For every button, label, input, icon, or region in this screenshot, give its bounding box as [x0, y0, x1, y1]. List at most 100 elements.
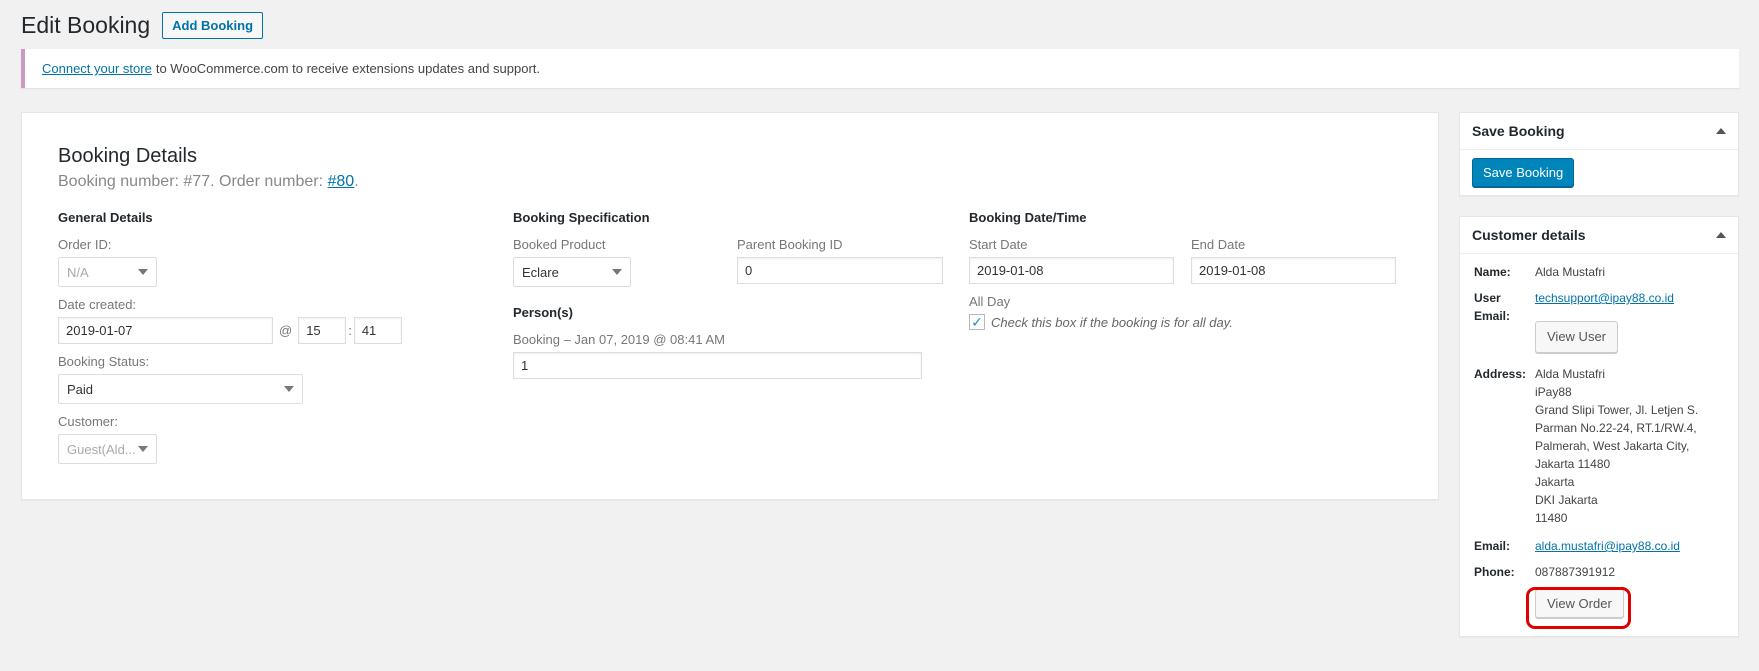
add-booking-button[interactable]: Add Booking: [162, 12, 264, 39]
save-booking-title: Save Booking: [1472, 123, 1565, 139]
page-header: Edit Booking Add Booking: [21, 12, 264, 39]
parent-booking-input[interactable]: 0: [737, 257, 943, 284]
customer-name-row: Name: Alda Mustafri: [1474, 263, 1724, 281]
start-date-label: Start Date: [969, 237, 1028, 252]
notice-text: to WooCommerce.com to receive extensions…: [155, 61, 541, 76]
address-line: Jakarta: [1535, 475, 1575, 489]
all-day-row: ✓ Check this box if the booking is for a…: [969, 314, 1399, 330]
end-date-label: End Date: [1191, 237, 1246, 252]
user-email-block: techsupport@ipay88.co.id View User: [1535, 289, 1674, 353]
address-key: Address:: [1474, 367, 1527, 381]
minute-input[interactable]: 41: [353, 317, 402, 344]
address-line: Alda Mustafri: [1535, 367, 1606, 381]
all-day-label: All Day: [969, 294, 1011, 309]
view-user-wrap: View User: [1535, 321, 1674, 353]
persons-input[interactable]: 1: [513, 352, 922, 379]
start-date-field: Start Date 2019-01-08: [969, 237, 1174, 284]
date-created-row: 2019-01-07 @ 15 : 41: [58, 317, 438, 344]
address-line: Parman No.22-24, RT.1/RW.4,: [1535, 421, 1697, 435]
customer-label: Customer:: [58, 414, 118, 429]
address-line: Grand Slipi Tower, Jl. Letjen S.: [1535, 403, 1699, 417]
woocommerce-notice: Connect your store to WooCommerce.com to…: [21, 49, 1739, 88]
parent-booking-label: Parent Booking ID: [737, 237, 843, 252]
phone-value: 087887391912: [1535, 565, 1616, 579]
booking-datetime-section: Booking Date/Time Start Date 2019-01-08 …: [969, 210, 1399, 330]
connect-store-link[interactable]: Connect your store: [42, 61, 152, 76]
booking-specification-heading: Booking Specification: [513, 210, 650, 225]
booking-status-value: Paid: [67, 381, 94, 397]
end-date-field: End Date 2019-01-08: [1191, 237, 1396, 284]
chevron-down-icon: [284, 386, 294, 392]
view-order-highlight: [1526, 587, 1631, 629]
booking-datetime-heading: Booking Date/Time: [969, 210, 1087, 225]
date-created-input[interactable]: 2019-01-07: [58, 317, 273, 344]
collapse-arrow-icon[interactable]: [1716, 128, 1726, 134]
booked-product-field: Booked Product Eclare: [513, 237, 631, 287]
email-link[interactable]: alda.mustafri@ipay88.co.id: [1535, 537, 1680, 555]
user-email-row: User Email: techsupport@ipay88.co.id Vie…: [1474, 289, 1724, 353]
chevron-down-icon: [138, 269, 148, 275]
order-id-label: Order ID:: [58, 237, 112, 252]
customer-select[interactable]: Guest(Ald...: [58, 434, 157, 464]
time-colon: :: [348, 323, 352, 338]
at-separator: @: [279, 323, 293, 338]
user-email-key: User Email:: [1474, 291, 1511, 323]
general-details-section: General Details Order ID: N/A Date creat…: [58, 210, 438, 464]
order-number-link[interactable]: #80: [327, 173, 354, 190]
customer-details-header[interactable]: Customer details: [1460, 217, 1738, 254]
save-booking-header[interactable]: Save Booking: [1460, 113, 1738, 150]
customer-details-title: Customer details: [1472, 227, 1586, 243]
date-row: Start Date 2019-01-08 End Date 2019-01-0…: [969, 237, 1399, 284]
customer-details-body: Name: Alda Mustafri User Email: techsupp…: [1460, 254, 1738, 627]
email-key: Email:: [1474, 539, 1511, 553]
address-line: Palmerah, West Jakarta City,: [1535, 439, 1690, 453]
booked-product-select[interactable]: Eclare: [513, 257, 631, 287]
all-day-checkbox[interactable]: ✓: [969, 314, 985, 330]
chevron-down-icon: [138, 446, 148, 452]
booking-subtitle-suffix: .: [354, 173, 359, 190]
address-value: Alda Mustafri iPay88 Grand Slipi Tower, …: [1535, 365, 1698, 527]
checkmark-icon: ✓: [971, 313, 983, 330]
general-details-heading: General Details: [58, 210, 153, 225]
phone-key: Phone:: [1474, 565, 1515, 579]
page-title: Edit Booking: [21, 12, 151, 38]
order-id-select[interactable]: N/A: [58, 257, 157, 287]
end-date-input[interactable]: 2019-01-08: [1191, 257, 1396, 284]
customer-value: Guest(Ald...: [67, 441, 136, 457]
save-booking-body: Save Booking: [1460, 150, 1738, 195]
order-id-value: N/A: [67, 264, 89, 280]
address-line: iPay88: [1535, 385, 1572, 399]
booked-product-value: Eclare: [522, 264, 559, 280]
booking-number-text: Booking number: #77. Order number:: [58, 173, 328, 190]
booking-subtitle: Booking number: #77. Order number: #80.: [58, 173, 359, 191]
collapse-arrow-icon[interactable]: [1716, 232, 1726, 238]
booked-product-label: Booked Product: [513, 237, 606, 252]
persons-label: Booking – Jan 07, 2019 @ 08:41 AM: [513, 332, 725, 347]
address-line: DKI Jakarta: [1535, 493, 1598, 507]
address-row: Address: Alda Mustafri iPay88 Grand Slip…: [1474, 365, 1724, 527]
booking-status-label: Booking Status:: [58, 354, 150, 369]
all-day-description: Check this box if the booking is for all…: [991, 314, 1233, 330]
booking-status-select[interactable]: Paid: [58, 374, 303, 404]
persons-heading: Person(s): [513, 305, 573, 320]
address-line: 11480: [1535, 511, 1568, 525]
booking-specification-section: Booking Specification Booked Product Ecl…: [513, 210, 943, 379]
address-line: Jakarta 11480: [1535, 457, 1611, 471]
start-date-input[interactable]: 2019-01-08: [969, 257, 1174, 284]
parent-booking-field: Parent Booking ID 0: [737, 237, 943, 287]
name-key: Name:: [1474, 265, 1511, 279]
user-email-link[interactable]: techsupport@ipay88.co.id: [1535, 291, 1674, 305]
customer-details-box: Customer details Name: Alda Mustafri Use…: [1459, 216, 1739, 637]
view-user-button[interactable]: View User: [1535, 321, 1619, 353]
name-value: Alda Mustafri: [1535, 265, 1606, 279]
spec-row: Booked Product Eclare Parent Booking ID …: [513, 237, 943, 287]
save-booking-box: Save Booking Save Booking: [1459, 112, 1739, 196]
save-booking-button[interactable]: Save Booking: [1472, 158, 1575, 187]
booking-details-panel: Booking Details Booking number: #77. Ord…: [21, 112, 1439, 500]
hour-input[interactable]: 15: [298, 317, 347, 344]
date-created-label: Date created:: [58, 297, 137, 312]
chevron-down-icon: [612, 269, 622, 275]
phone-row: Phone: 087887391912: [1474, 563, 1724, 581]
booking-details-title: Booking Details: [58, 145, 197, 167]
email-row: Email: alda.mustafri@ipay88.co.id: [1474, 537, 1724, 555]
